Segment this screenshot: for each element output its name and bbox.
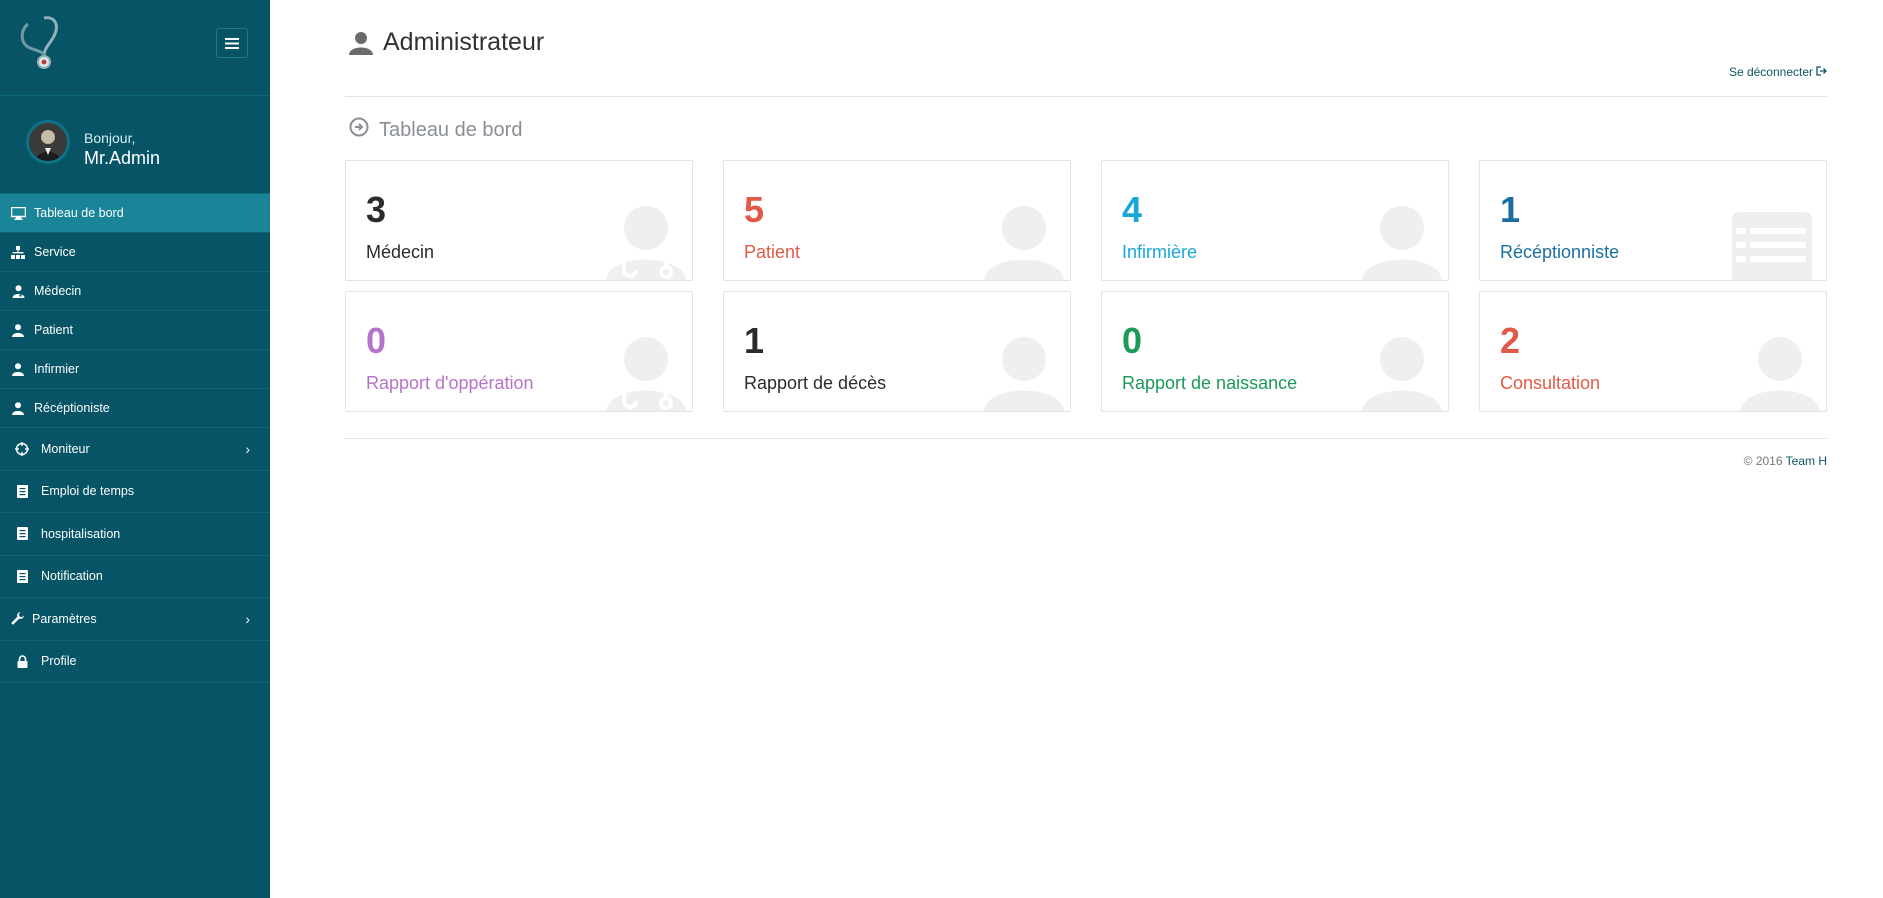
stat-value: 1 — [1500, 189, 1521, 230]
sidebar-item-label: hospitalisation — [41, 526, 121, 541]
sidebar-item-hospitalisation[interactable]: hospitalisation — [0, 513, 270, 556]
sidebar-item-emploi-de-temps[interactable]: Emploi de temps — [0, 471, 270, 513]
sidebar: Bonjour, Mr.Admin Tableau de bord Servic… — [0, 0, 270, 898]
doctor-icon — [606, 337, 686, 411]
stat-value: 0 — [1122, 320, 1143, 361]
user-icon — [10, 323, 26, 337]
user-icon — [10, 401, 26, 415]
arrow-circle-right-icon — [349, 117, 369, 143]
user-icon — [349, 31, 373, 55]
footer-divider — [345, 438, 1827, 439]
person-icon — [1740, 337, 1820, 411]
sidebar-item-parametres[interactable]: Paramètres › — [0, 598, 270, 641]
sidebar-item-label: Infirmier — [34, 362, 80, 376]
stat-card-receptionniste[interactable]: 1 Récéptionniste — [1479, 160, 1827, 281]
user-icon — [10, 362, 26, 376]
stat-card-medecin[interactable]: 3 Médecin — [345, 160, 693, 281]
sidebar-item-label: Tableau de bord — [34, 206, 124, 220]
page-title: Administrateur — [383, 28, 545, 56]
stethoscope-logo[interactable] — [14, 14, 66, 74]
stat-card-patient[interactable]: 5 Patient — [723, 160, 1071, 281]
sidebar-item-notification[interactable]: Notification — [0, 556, 270, 598]
stat-value: 3 — [366, 189, 387, 230]
stat-value: 1 — [744, 320, 765, 361]
stat-label: Rapport de naissance — [1122, 373, 1298, 393]
avatar[interactable] — [26, 120, 70, 164]
chevron-right-icon: › — [245, 610, 250, 627]
stat-label: Rapport de décès — [744, 373, 887, 393]
person-icon — [984, 206, 1064, 280]
sidebar-item-patient[interactable]: Patient — [0, 311, 270, 350]
menu-toggle-button[interactable] — [216, 28, 248, 58]
stat-card-consultation[interactable]: 2 Consultation — [1479, 291, 1827, 412]
crosshair-icon — [14, 441, 30, 456]
sidebar-item-infirmier[interactable]: Infirmier — [0, 350, 270, 389]
stat-label: Infirmière — [1122, 242, 1198, 262]
greeting-text: Bonjour, — [84, 130, 136, 146]
sidebar-item-tableau-de-bord[interactable]: Tableau de bord — [0, 194, 270, 233]
team-link[interactable]: Team H — [1786, 454, 1827, 468]
user-portrait-icon — [29, 123, 67, 161]
sidebar-item-medecin[interactable]: Médecin — [0, 272, 270, 311]
sidebar-item-label: Paramètres — [32, 611, 97, 626]
person-icon — [1362, 206, 1442, 280]
sidebar-nav: Tableau de bord Service Médecin Patient … — [0, 194, 270, 683]
sitemap-icon — [10, 245, 26, 259]
document-icon — [14, 527, 30, 541]
footer: © 2016 Team H — [1744, 454, 1827, 468]
sidebar-item-label: Récéptioniste — [34, 401, 110, 415]
stat-card-rapport-operation[interactable]: 0 Rapport d'oppération — [345, 291, 693, 412]
sidebar-item-service[interactable]: Service — [0, 233, 270, 272]
sidebar-header — [0, 0, 270, 96]
user-panel: Bonjour, Mr.Admin — [0, 96, 270, 194]
stat-card-infirmiere[interactable]: 4 Infirmière — [1101, 160, 1449, 281]
person-icon — [1362, 337, 1442, 411]
user-md-icon — [10, 284, 26, 298]
document-icon — [14, 569, 30, 583]
copyright-text: © 2016 — [1743, 454, 1783, 468]
stat-value: 0 — [366, 320, 387, 361]
stat-label: Consultation — [1500, 373, 1601, 393]
sidebar-item-label: Patient — [34, 323, 73, 337]
stat-label: Patient — [744, 242, 801, 262]
sidebar-item-label: Profile — [41, 654, 77, 669]
stat-label: Rapport d'oppération — [366, 373, 534, 393]
stats-cards: 3 Médecin 5 Patient 4 Infirmière 1 Récép… — [345, 160, 1827, 412]
lock-icon — [14, 654, 30, 668]
user-name: Mr.Admin — [84, 148, 161, 168]
chevron-right-icon: › — [245, 440, 250, 457]
logout-link[interactable]: Se déconnecter — [1729, 65, 1827, 79]
sign-out-icon — [1816, 65, 1827, 79]
stat-card-rapport-naissance[interactable]: 0 Rapport de naissance — [1101, 291, 1449, 412]
logout-label: Se déconnecter — [1728, 65, 1813, 79]
sidebar-item-profile[interactable]: Profile — [0, 641, 270, 683]
header-divider — [345, 96, 1827, 97]
person-icon — [984, 337, 1064, 411]
stat-value: 4 — [1122, 189, 1143, 230]
wrench-icon — [10, 611, 26, 626]
page-header: Administrateur — [349, 28, 544, 57]
stat-label: Récéptionniste — [1500, 242, 1620, 262]
list-icon — [1732, 212, 1812, 280]
sidebar-item-moniteur[interactable]: Moniteur › — [0, 428, 270, 471]
hamburger-icon — [225, 37, 239, 49]
sidebar-item-label: Emploi de temps — [41, 484, 135, 499]
sidebar-item-label: Médecin — [34, 284, 82, 298]
stat-label: Médecin — [366, 242, 435, 262]
sidebar-item-label: Service — [34, 245, 76, 259]
document-icon — [14, 484, 30, 498]
stat-card-rapport-deces[interactable]: 1 Rapport de décès — [723, 291, 1071, 412]
stat-value: 2 — [1500, 320, 1521, 361]
sidebar-item-label: Moniteur — [41, 441, 90, 456]
sidebar-item-receptioniste[interactable]: Récéptioniste — [0, 389, 270, 428]
section-title-text: Tableau de bord — [379, 118, 523, 141]
doctor-icon — [606, 206, 686, 280]
monitor-icon — [10, 206, 26, 220]
section-title: Tableau de bord — [349, 117, 522, 143]
sidebar-item-label: Notification — [41, 569, 103, 584]
stat-value: 5 — [744, 189, 765, 230]
